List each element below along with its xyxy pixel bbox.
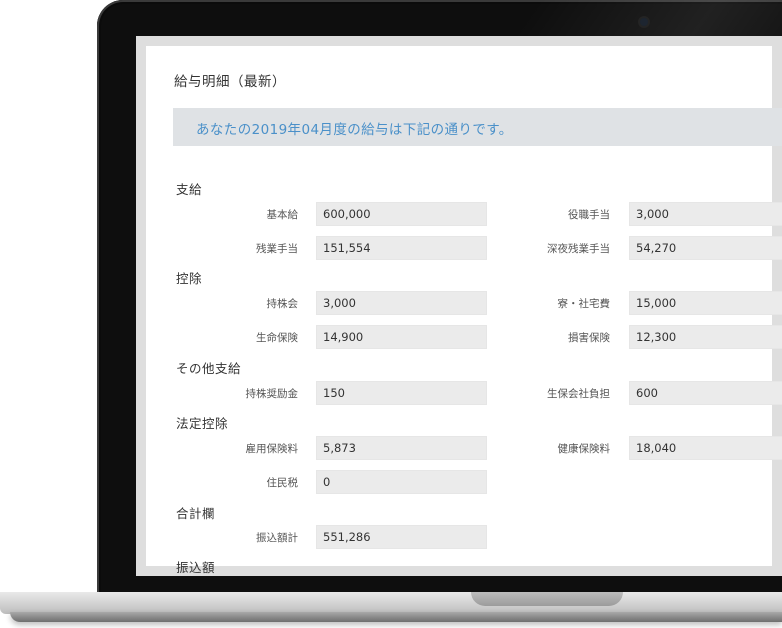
- label-health-insurance: 健康保険料: [557, 443, 611, 455]
- field-employment-insurance[interactable]: 5,873: [316, 436, 487, 460]
- label-stock-ownership: 持株会: [266, 298, 299, 310]
- field-dorm-housing[interactable]: 15,000: [629, 291, 782, 315]
- notice-text: あなたの2019年04月度の給与は下記の通りです。: [196, 122, 513, 138]
- field-late-night-overtime[interactable]: 54,270: [629, 236, 782, 260]
- label-base-salary: 基本給: [266, 209, 299, 221]
- field-stock-incentive[interactable]: 150: [316, 381, 487, 405]
- field-life-ins-company-share[interactable]: 600: [629, 381, 782, 405]
- camera-icon: [640, 18, 648, 26]
- field-base-salary[interactable]: 600,000: [316, 202, 487, 226]
- label-dorm-housing: 寮・社宅費: [557, 298, 611, 310]
- laptop-base: [0, 592, 782, 614]
- label-overtime-allowance: 残業手当: [256, 243, 298, 255]
- label-late-night-overtime: 深夜残業手当: [547, 243, 610, 255]
- label-employment-insurance: 雇用保険料: [245, 443, 299, 455]
- label-stock-incentive: 持株奨励金: [245, 388, 299, 400]
- label-life-ins-company-share: 生保会社負担: [547, 388, 610, 400]
- field-health-insurance[interactable]: 18,040: [629, 436, 782, 460]
- payslip-page: 給与明細（最新） あなたの2019年04月度の給与は下記の通りです。 支給 基本…: [136, 36, 782, 576]
- field-stock-ownership[interactable]: 3,000: [316, 291, 487, 315]
- section-title-transfer: 振込額: [176, 560, 216, 575]
- section-title-statutory-deductions: 法定控除: [176, 416, 229, 431]
- section-title-payments: 支給: [176, 182, 203, 197]
- laptop-opening-notch: [471, 592, 623, 606]
- label-position-allowance: 役職手当: [568, 209, 610, 221]
- field-life-insurance[interactable]: 14,900: [316, 325, 487, 349]
- section-title-totals: 合計欄: [176, 506, 216, 521]
- laptop-screen: 給与明細（最新） あなたの2019年04月度の給与は下記の通りです。 支給 基本…: [136, 36, 782, 576]
- field-damage-insurance[interactable]: 12,300: [629, 325, 782, 349]
- label-resident-tax: 住民税: [266, 477, 299, 489]
- section-title-other-payments: その他支給: [176, 361, 242, 376]
- field-resident-tax[interactable]: 0: [316, 470, 487, 494]
- field-overtime-allowance[interactable]: 151,554: [316, 236, 487, 260]
- notice-banner: あなたの2019年04月度の給与は下記の通りです。: [173, 108, 782, 146]
- label-damage-insurance: 損害保険: [568, 332, 610, 344]
- field-transfer-total[interactable]: 551,286: [316, 525, 487, 549]
- page-title: 給与明細（最新）: [174, 74, 286, 90]
- field-position-allowance[interactable]: 3,000: [629, 202, 782, 226]
- label-life-insurance: 生命保険: [256, 332, 298, 344]
- section-title-deductions: 控除: [176, 271, 203, 286]
- label-transfer-total: 振込額計: [256, 532, 298, 544]
- laptop-base-edge: [10, 612, 782, 622]
